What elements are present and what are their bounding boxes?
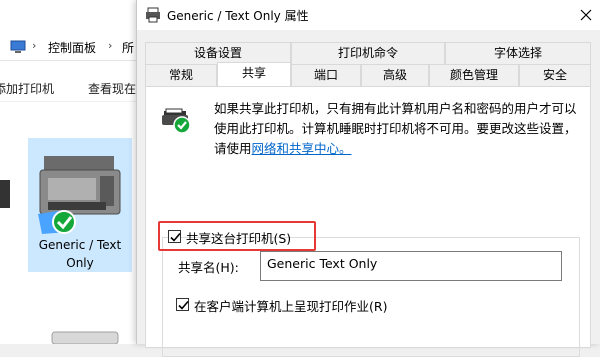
tab-ports[interactable]: 端口 (291, 64, 361, 86)
close-icon[interactable] (575, 4, 597, 26)
breadcrumb-control-panel[interactable]: 控制面板 (48, 39, 96, 56)
tab-color-management[interactable]: 颜色管理 (429, 64, 519, 86)
printer-icon[interactable] (0, 180, 10, 208)
tab-security[interactable]: 安全 (519, 64, 591, 86)
printer-properties-dialog: Generic / Text Only 属性 设备设置 打印机命令 字体选择 常… (136, 0, 600, 357)
tab-device-settings[interactable]: 设备设置 (145, 42, 291, 64)
add-printer-button[interactable]: 添加打印机 (0, 80, 54, 97)
sharing-tab-panel: 如果共享此打印机，只有拥有此计算机用户名和密码的用户才可以使用此打印机。计算机睡… (145, 86, 591, 357)
chevron-right-icon: › (32, 39, 37, 52)
shared-printer-icon (162, 108, 191, 134)
see-whats-printing-button[interactable]: 查看现在 (88, 80, 136, 97)
checkmark-icon (178, 300, 189, 310)
breadcrumb-next[interactable]: 所 (122, 39, 134, 56)
device-item-generic-printer[interactable]: Generic / Text Only (28, 138, 132, 272)
tab-general[interactable]: 常规 (145, 64, 217, 86)
share-name-label: 共享名(H): (178, 260, 239, 275)
share-name-input[interactable]: Generic Text Only (260, 251, 562, 281)
sharing-description: 如果共享此打印机，只有拥有此计算机用户名和密码的用户才可以使用此打印机。计算机睡… (214, 99, 586, 159)
checkmark-icon (170, 232, 181, 242)
explorer-window: › 控制面板 › 所 添加打印机 查看现在 Generic / Text Onl… (0, 0, 140, 344)
tab-font-selection[interactable]: 字体选择 (445, 42, 591, 64)
printer-icon[interactable] (46, 328, 126, 344)
render-jobs-checkbox[interactable] (176, 298, 189, 311)
render-jobs-label[interactable]: 在客户端计算机上呈现打印作业(R) (194, 296, 387, 315)
printer-icon (38, 156, 121, 234)
control-panel-icon (10, 40, 26, 53)
network-sharing-center-link[interactable]: 网络和共享中心。 (252, 141, 352, 156)
device-label: Generic / Text Only (38, 238, 122, 270)
share-printer-checkbox[interactable] (168, 230, 181, 243)
tab-advanced[interactable]: 高级 (361, 64, 429, 86)
command-bar: 添加打印机 查看现在 (0, 72, 140, 102)
printer-icon (146, 7, 160, 23)
tab-sharing[interactable]: 共享 (217, 62, 291, 86)
address-bar[interactable]: › 控制面板 › 所 (0, 33, 140, 61)
share-printer-label[interactable]: 共享这台打印机(S) (186, 228, 291, 247)
chevron-right-icon: › (108, 39, 113, 52)
dialog-title: Generic / Text Only 属性 (167, 9, 309, 23)
tab-printer-commands[interactable]: 打印机命令 (291, 42, 445, 64)
dialog-titlebar[interactable]: Generic / Text Only 属性 (137, 0, 600, 30)
